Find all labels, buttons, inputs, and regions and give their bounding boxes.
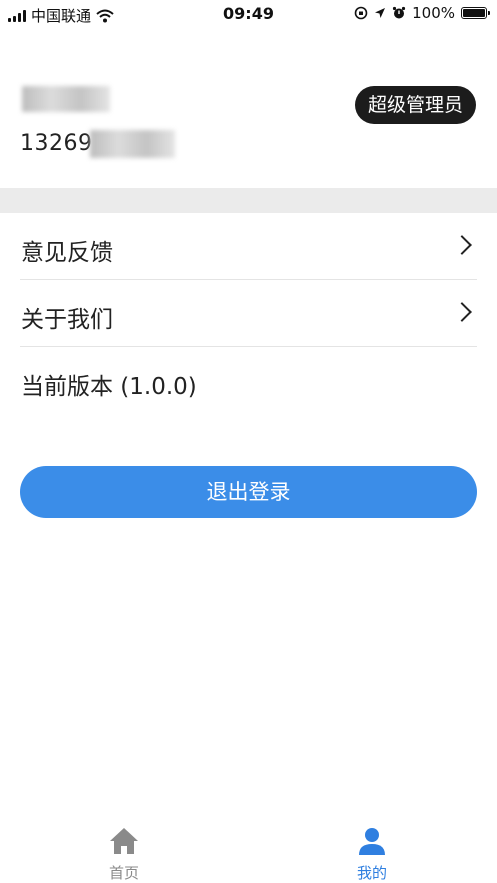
chevron-right-icon bbox=[452, 302, 472, 322]
tab-mine[interactable]: 我的 bbox=[322, 824, 422, 883]
profile-header: 13269 超级管理员 bbox=[0, 60, 497, 188]
battery-icon bbox=[461, 7, 490, 19]
menu-item-label: 意见反馈 bbox=[21, 240, 113, 266]
menu-item-label: 关于我们 bbox=[21, 307, 113, 333]
battery-percent: 100% bbox=[412, 4, 455, 22]
phone-number: 13269 bbox=[20, 131, 93, 156]
user-icon bbox=[359, 828, 385, 855]
menu-item-version: 当前版本 (1.0.0) bbox=[20, 347, 477, 414]
orientation-lock-icon bbox=[354, 6, 368, 20]
role-badge: 超级管理员 bbox=[354, 86, 476, 124]
tab-mine-label: 我的 bbox=[356, 864, 387, 882]
tab-home[interactable]: 首页 bbox=[74, 824, 174, 883]
tab-home-label: 首页 bbox=[108, 864, 139, 882]
chevron-right-icon bbox=[452, 235, 472, 255]
battery-level-fill bbox=[463, 9, 485, 17]
status-bar: 中国联通 09:49 100% bbox=[0, 0, 497, 28]
logout-button[interactable]: 退出登录 bbox=[20, 466, 477, 518]
phone-number-redacted bbox=[90, 130, 175, 158]
tab-bar: 首页 我的 bbox=[0, 824, 497, 883]
section-divider bbox=[0, 188, 497, 213]
home-icon bbox=[110, 828, 138, 854]
menu-item-label: 当前版本 (1.0.0) bbox=[21, 374, 197, 400]
alarm-icon bbox=[393, 6, 406, 19]
location-icon bbox=[375, 8, 386, 18]
status-bar-right: 100% bbox=[354, 4, 490, 22]
menu-item-feedback[interactable]: 意见反馈 bbox=[20, 213, 477, 280]
settings-menu: 意见反馈 关于我们 当前版本 (1.0.0) bbox=[0, 213, 497, 414]
menu-item-about-us[interactable]: 关于我们 bbox=[20, 280, 477, 347]
user-name-redacted bbox=[22, 86, 110, 112]
